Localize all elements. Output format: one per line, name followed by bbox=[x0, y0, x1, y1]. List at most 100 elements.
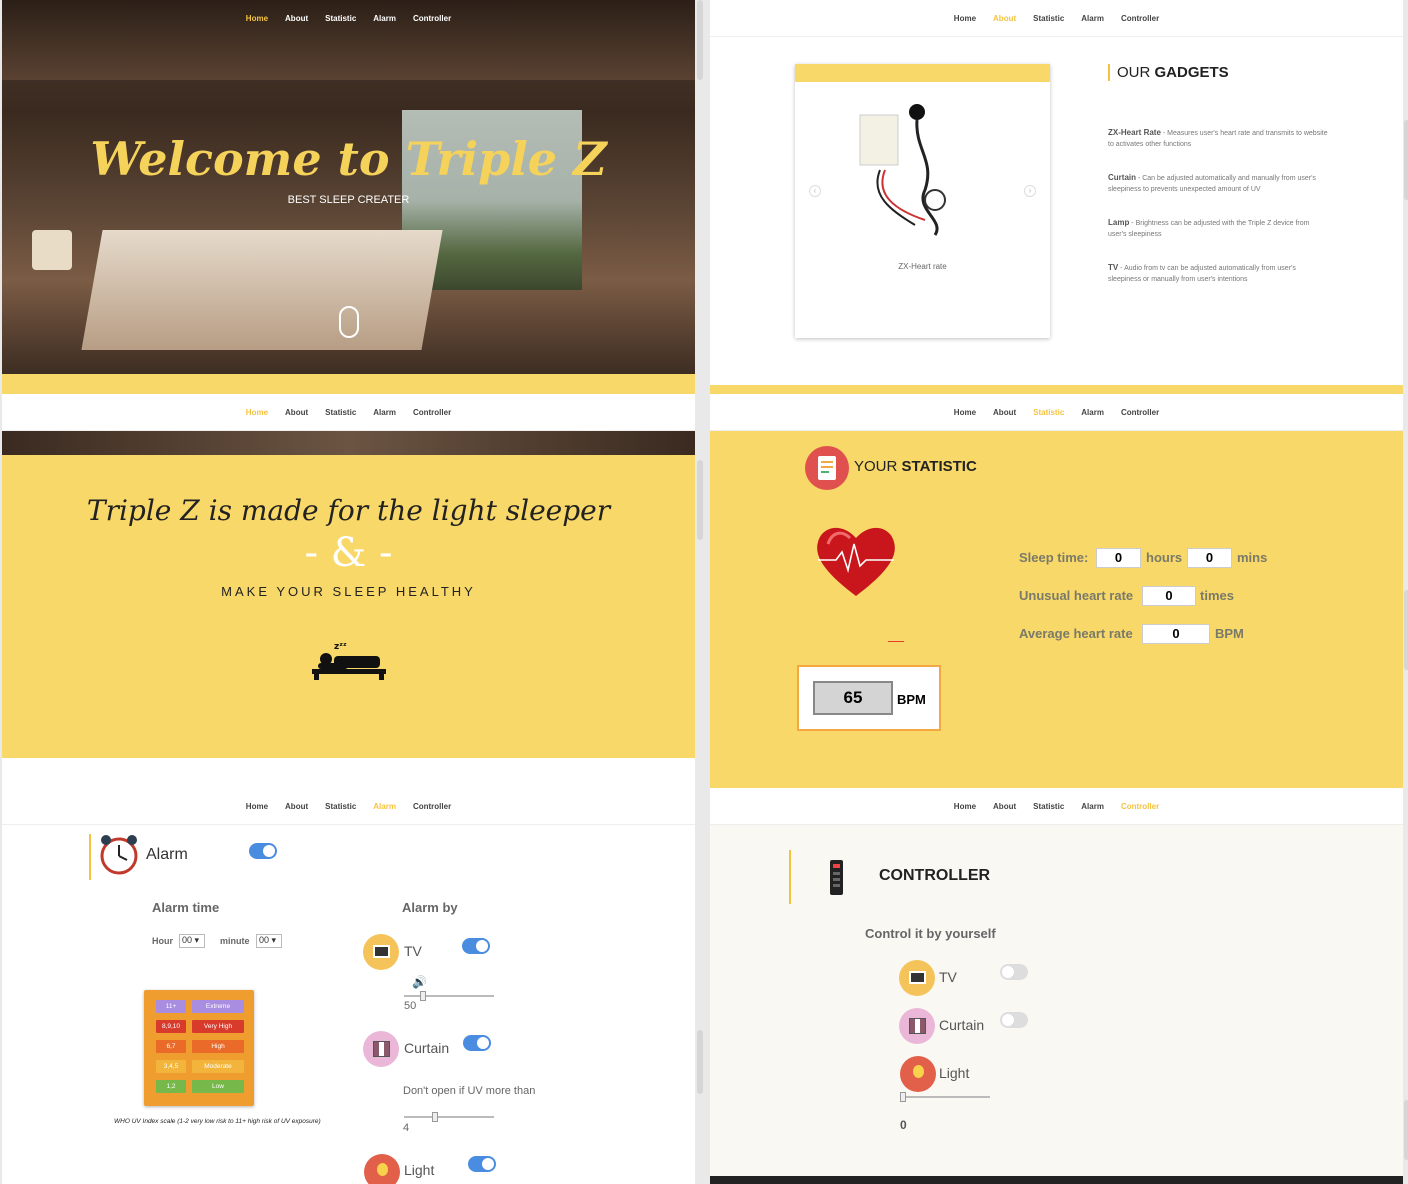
controller-panel: Home About Statistic Alarm Controller CO… bbox=[710, 788, 1403, 1184]
nav-home[interactable]: Home bbox=[246, 408, 268, 417]
nav-home[interactable]: Home bbox=[954, 14, 976, 23]
average-heart-rate-label: Average heart rate bbox=[1019, 626, 1133, 641]
nav-home[interactable]: Home bbox=[246, 14, 268, 23]
light-brightness-slider[interactable] bbox=[900, 1092, 990, 1102]
tv-label: TV bbox=[939, 969, 957, 985]
gadgets-panel: Home About Statistic Alarm Controller ‹ … bbox=[710, 0, 1403, 394]
nav-bar: Home About Statistic Alarm Controller bbox=[710, 394, 1403, 431]
sleep-time-label: Sleep time: bbox=[1019, 550, 1089, 565]
nav-alarm[interactable]: Alarm bbox=[373, 802, 396, 811]
curtain-label: Curtain bbox=[404, 1040, 450, 1056]
tv-icon bbox=[899, 960, 935, 996]
nav-statistic[interactable]: Statistic bbox=[1033, 802, 1064, 811]
light-bulb-icon bbox=[900, 1056, 936, 1092]
curtain-icon bbox=[899, 1008, 935, 1044]
nav-about[interactable]: About bbox=[993, 14, 1016, 23]
nav-statistic[interactable]: Statistic bbox=[1033, 408, 1064, 417]
scrollbar[interactable] bbox=[1404, 590, 1408, 670]
nav-home[interactable]: Home bbox=[246, 802, 268, 811]
hero-subtitle: BEST SLEEP CREATER bbox=[287, 194, 410, 206]
uv-range: 11+ bbox=[156, 1000, 186, 1013]
nav-statistic[interactable]: Statistic bbox=[325, 14, 356, 23]
curtain-toggle[interactable] bbox=[463, 1035, 491, 1051]
nav-alarm[interactable]: Alarm bbox=[373, 14, 396, 23]
tv-icon bbox=[363, 934, 399, 970]
curtain-toggle[interactable] bbox=[1000, 1012, 1028, 1028]
bpm-unit-label: BPM bbox=[1215, 626, 1244, 641]
chevron-left-icon[interactable]: ‹ bbox=[809, 185, 821, 197]
hour-label: Hour bbox=[152, 936, 173, 946]
nav-alarm[interactable]: Alarm bbox=[1081, 14, 1104, 23]
scrollbar[interactable] bbox=[1404, 120, 1408, 200]
light-bulb-icon bbox=[364, 1154, 400, 1184]
minute-label: minute bbox=[220, 936, 250, 946]
tv-toggle[interactable] bbox=[462, 938, 490, 954]
scrollbar[interactable] bbox=[697, 0, 703, 80]
bpm-value: 65 bbox=[813, 681, 893, 715]
intro-title: Triple Z is made for the light sleeper bbox=[86, 494, 611, 527]
nav-about[interactable]: About bbox=[285, 408, 308, 417]
nav-home[interactable]: Home bbox=[954, 802, 976, 811]
svg-text:zᶻᶻ: zᶻᶻ bbox=[334, 642, 347, 652]
light-brightness-value: 0 bbox=[900, 1118, 907, 1132]
hours-unit: hours bbox=[1146, 550, 1183, 565]
alarm-time-heading: Alarm time bbox=[152, 900, 220, 915]
bpm-unit: BPM bbox=[897, 692, 926, 707]
uv-range: 1,2 bbox=[156, 1080, 186, 1093]
uv-level: High bbox=[192, 1040, 244, 1053]
uv-level: Low bbox=[192, 1080, 244, 1093]
heart-pulse-line bbox=[888, 641, 904, 642]
uv-limit-slider[interactable] bbox=[404, 1112, 494, 1122]
tv-toggle[interactable] bbox=[1000, 964, 1028, 980]
nav-statistic[interactable]: Statistic bbox=[325, 802, 356, 811]
light-label: Light bbox=[404, 1162, 435, 1178]
alarm-clock-icon bbox=[100, 835, 138, 875]
nav-about[interactable]: About bbox=[285, 802, 308, 811]
nav-controller[interactable]: Controller bbox=[413, 14, 451, 23]
nav-bar: Home About Statistic Alarm Controller bbox=[710, 788, 1403, 825]
nav-bar: Home About Statistic Alarm Controller bbox=[2, 394, 695, 431]
gadget-carousel[interactable]: ‹ › ZX-Heart rate bbox=[795, 64, 1050, 338]
tv-volume-slider[interactable] bbox=[404, 991, 494, 1001]
intro-panel: Home About Statistic Alarm Controller Tr… bbox=[2, 394, 695, 788]
times-unit: times bbox=[1200, 588, 1234, 603]
statistic-heading: YOUR STATISTIC bbox=[854, 458, 977, 475]
nav-controller[interactable]: Controller bbox=[413, 408, 451, 417]
uv-range: 3,4,5 bbox=[156, 1060, 186, 1073]
nav-about[interactable]: About bbox=[285, 14, 308, 23]
scrollbar[interactable] bbox=[697, 460, 703, 540]
light-toggle[interactable] bbox=[468, 1156, 496, 1172]
nav-about[interactable]: About bbox=[993, 802, 1016, 811]
nav-statistic[interactable]: Statistic bbox=[325, 408, 356, 417]
scrollbar[interactable] bbox=[697, 1030, 703, 1094]
alarm-by-heading: Alarm by bbox=[402, 900, 458, 915]
card-caption: ZX-Heart rate bbox=[898, 262, 947, 271]
uv-range: 8,9,10 bbox=[156, 1020, 186, 1033]
tv-volume-value: 50 bbox=[404, 1000, 417, 1012]
nav-controller[interactable]: Controller bbox=[1121, 802, 1159, 811]
nav-controller[interactable]: Controller bbox=[1121, 408, 1159, 417]
remote-control-icon bbox=[830, 860, 843, 895]
nav-alarm[interactable]: Alarm bbox=[373, 408, 396, 417]
nav-alarm[interactable]: Alarm bbox=[1081, 408, 1104, 417]
nav-statistic[interactable]: Statistic bbox=[1033, 14, 1064, 23]
unusual-heart-rate-label: Unusual heart rate bbox=[1019, 588, 1134, 603]
alarm-toggle[interactable] bbox=[249, 843, 277, 859]
nav-about[interactable]: About bbox=[993, 408, 1016, 417]
chevron-right-icon[interactable]: › bbox=[1024, 185, 1036, 197]
gadget-heart-rate: ZX-Heart Rate - Measures user's heart ra… bbox=[1108, 128, 1328, 148]
uv-index-chart: 11+ Extreme 8,9,10 Very High 6,7 High 3,4,5 Mod… bbox=[144, 990, 254, 1106]
tv-label: TV bbox=[404, 943, 422, 959]
nav-bar: Home About Statistic Alarm Controller bbox=[710, 0, 1403, 37]
nav-controller[interactable]: Controller bbox=[1121, 14, 1159, 23]
nav-controller[interactable]: Controller bbox=[413, 802, 451, 811]
scroll-down-icon[interactable] bbox=[339, 306, 359, 338]
scrollbar[interactable] bbox=[1404, 1100, 1408, 1160]
nav-home[interactable]: Home bbox=[954, 408, 976, 417]
nav-alarm[interactable]: Alarm bbox=[1081, 802, 1104, 811]
curtain-icon bbox=[363, 1031, 399, 1067]
accent-bar bbox=[2, 374, 695, 394]
footer-bar bbox=[710, 1176, 1403, 1184]
minute-select[interactable]: 00 ▾ bbox=[256, 934, 282, 948]
hour-select[interactable]: 00 ▾ bbox=[179, 934, 205, 948]
